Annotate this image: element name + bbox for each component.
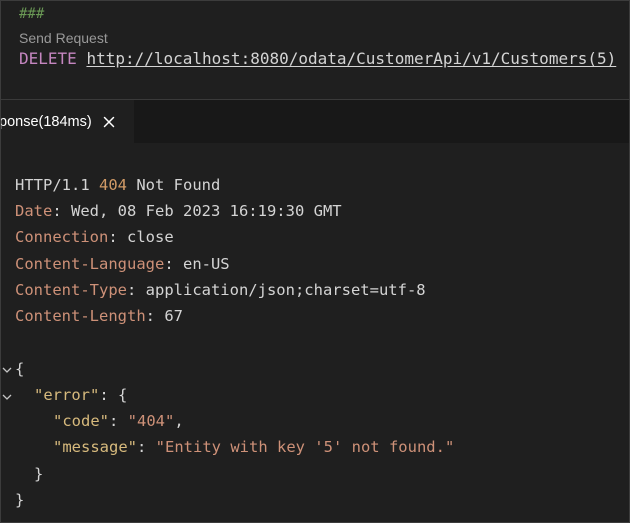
status-protocol: HTTP/1.1 [15,176,90,194]
fold-chevron-icon[interactable] [1,388,13,400]
response-view[interactable]: HTTP/1.1 404 Not Found Date: Wed, 08 Feb… [1,143,629,522]
close-icon[interactable] [102,115,116,129]
json-message-line: "message": "Entity with key '5' not foun… [53,437,454,457]
json-code-line: "code": "404", [53,411,184,431]
header-separator: : [108,228,127,246]
json-inner-close-brace: } [34,465,44,483]
json-open-brace: { [15,360,25,378]
status-text: Not Found [136,176,221,194]
header-value: close [127,228,174,246]
json-code-sep: : [109,412,128,430]
header-name: Content-Language [15,255,165,273]
header-name: Date [15,202,53,220]
request-line: DELETE http://localhost:8080/odata/Custo… [19,49,616,68]
header-name: Content-Type [15,281,127,299]
header-separator: : [145,307,165,325]
header-value: application/json;charset=utf-8 [145,281,426,299]
json-key-message: "message" [53,438,137,456]
header-separator: : [126,281,146,299]
json-code-comma: , [174,412,184,430]
header-value: Wed, 08 Feb 2023 16:19:30 GMT [71,202,342,220]
json-error-line: "error": { [34,385,127,405]
json-outer-close-brace: } [15,491,25,509]
header-line: Content-Type: application/json;charset=u… [15,280,426,300]
status-line: HTTP/1.1 404 Not Found [15,175,220,195]
header-name: Content-Length [15,307,146,325]
json-value-message: "Entity with key '5' not found." [155,438,455,456]
header-value: en-US [182,255,230,273]
header-name: Connection [15,228,109,246]
json-error-open: : { [99,386,128,404]
header-value: 67 [164,307,183,325]
request-url[interactable]: http://localhost:8080/odata/CustomerApi/… [86,49,616,68]
header-line: Connection: close [15,227,174,247]
request-method: DELETE [19,49,77,68]
tab-response-label: ponse(184ms) [0,113,92,130]
json-message-sep: : [137,438,156,456]
header-line: Content-Length: 67 [15,306,183,326]
json-value-code: "404" [127,412,175,430]
send-request-codelens[interactable]: Send Request [19,30,108,46]
fold-chevron-icon[interactable] [1,361,13,373]
response-tab-bar: ponse(184ms) [1,100,629,143]
request-editor[interactable]: ### Send Request DELETE http://localhost… [1,1,629,99]
request-separator-comment: ### [19,6,45,22]
json-key-error: "error" [34,386,100,404]
window-frame: ### Send Request DELETE http://localhost… [0,0,630,523]
header-line: Date: Wed, 08 Feb 2023 16:19:30 GMT [15,201,342,221]
status-code: 404 [99,176,127,194]
header-separator: : [164,255,183,273]
tab-response[interactable]: ponse(184ms) [1,100,134,143]
json-key-code: "code" [53,412,109,430]
header-line: Content-Language: en-US [15,254,230,274]
header-separator: : [52,202,71,220]
